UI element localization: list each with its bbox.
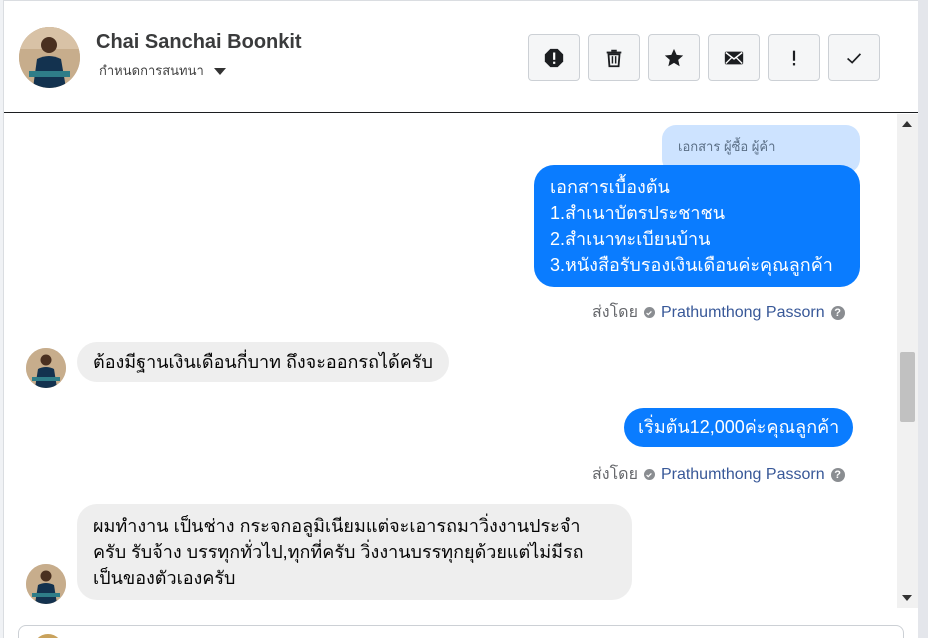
contact-avatar-small[interactable] (26, 564, 66, 604)
help-icon[interactable]: ? (830, 467, 845, 482)
message-thread[interactable]: เอกสาร ผู้ซื้อ ผู้ค้า เอกสารเบื้องต้น 1.… (4, 114, 897, 608)
trash-icon (606, 49, 622, 67)
help-icon[interactable]: ? (830, 305, 845, 320)
incoming-message[interactable]: ต้องมีฐานเงินเดือนกี่บาท ถึงจะออกรถได้คร… (77, 342, 449, 382)
chat-scrollbar[interactable] (897, 114, 918, 608)
message-line: 1.สำเนาบัตรประชาชน (550, 203, 726, 223)
contact-name: Chai Sanchai Boonkit (96, 31, 302, 53)
sent-by-info: ส่งโดย Prathumthong Passorn ? (592, 462, 845, 487)
message-line: ผมทำงาน เป็นช่าง กระจกอลูมิเนียมแต่จะเอา… (93, 516, 581, 536)
outgoing-message[interactable]: เอกสารเบื้องต้น 1.สำเนาบัตรประชาชน 2.สำเ… (534, 165, 860, 287)
verified-icon (643, 469, 655, 480)
scroll-up-arrow-icon[interactable] (902, 121, 912, 127)
sent-by-label: ส่งโดย (592, 466, 638, 483)
scroll-down-arrow-icon[interactable] (902, 595, 912, 601)
outgoing-message[interactable]: เริ่มต้น12,000ค่ะคุณลูกค้า (624, 408, 854, 447)
caret-down-icon (213, 68, 226, 75)
assign-conversation-dropdown[interactable]: กำหนดการสนทนา (99, 60, 226, 81)
alert-octagon-icon (544, 48, 564, 67)
delete-button[interactable] (588, 34, 640, 81)
sent-by-info: ส่งโดย Prathumthong Passorn ? (592, 300, 845, 325)
message-line: 3.หนังสือรับรองเงินเดือนค่ะคุณลูกค้า (550, 255, 833, 275)
mark-important-button[interactable] (768, 34, 820, 81)
sent-by-label: ส่งโดย (592, 304, 638, 321)
check-icon (847, 52, 862, 64)
envelope-icon (724, 51, 744, 64)
message-line: เอกสารเบื้องต้น (550, 177, 670, 197)
message-line: 2.สำเนาทะเบียนบ้าน (550, 229, 711, 249)
conversation-toolbar (528, 34, 880, 81)
mark-done-button[interactable] (828, 34, 880, 81)
star-icon (664, 48, 684, 66)
right-panel-edge (918, 0, 928, 638)
mark-unread-button[interactable] (708, 34, 760, 81)
page-avatar (33, 634, 63, 638)
mark-spam-button[interactable] (528, 34, 580, 81)
scroll-thumb[interactable] (900, 352, 915, 422)
sender-name[interactable]: Prathumthong Passorn (661, 466, 825, 484)
verified-icon (643, 307, 655, 318)
conversation-header: Chai Sanchai Boonkit กำหนดการสนทนา (4, 0, 918, 113)
message-line: ครับ รับจ้าง บรรทุกทั่วไป,ทุกที่ครับ วิ่… (93, 542, 584, 562)
contact-avatar[interactable] (19, 27, 80, 88)
message-composer[interactable] (18, 625, 904, 638)
star-button[interactable] (648, 34, 700, 81)
incoming-message[interactable]: ผมทำงาน เป็นช่าง กระจกอลูมิเนียมแต่จะเอา… (77, 504, 632, 600)
message-line: เป็นของตัวเองครับ (93, 568, 236, 588)
contact-avatar-small[interactable] (26, 348, 66, 388)
sender-name[interactable]: Prathumthong Passorn (661, 304, 825, 322)
assign-conversation-label: กำหนดการสนทนา (99, 63, 204, 78)
exclamation-icon (792, 50, 796, 65)
